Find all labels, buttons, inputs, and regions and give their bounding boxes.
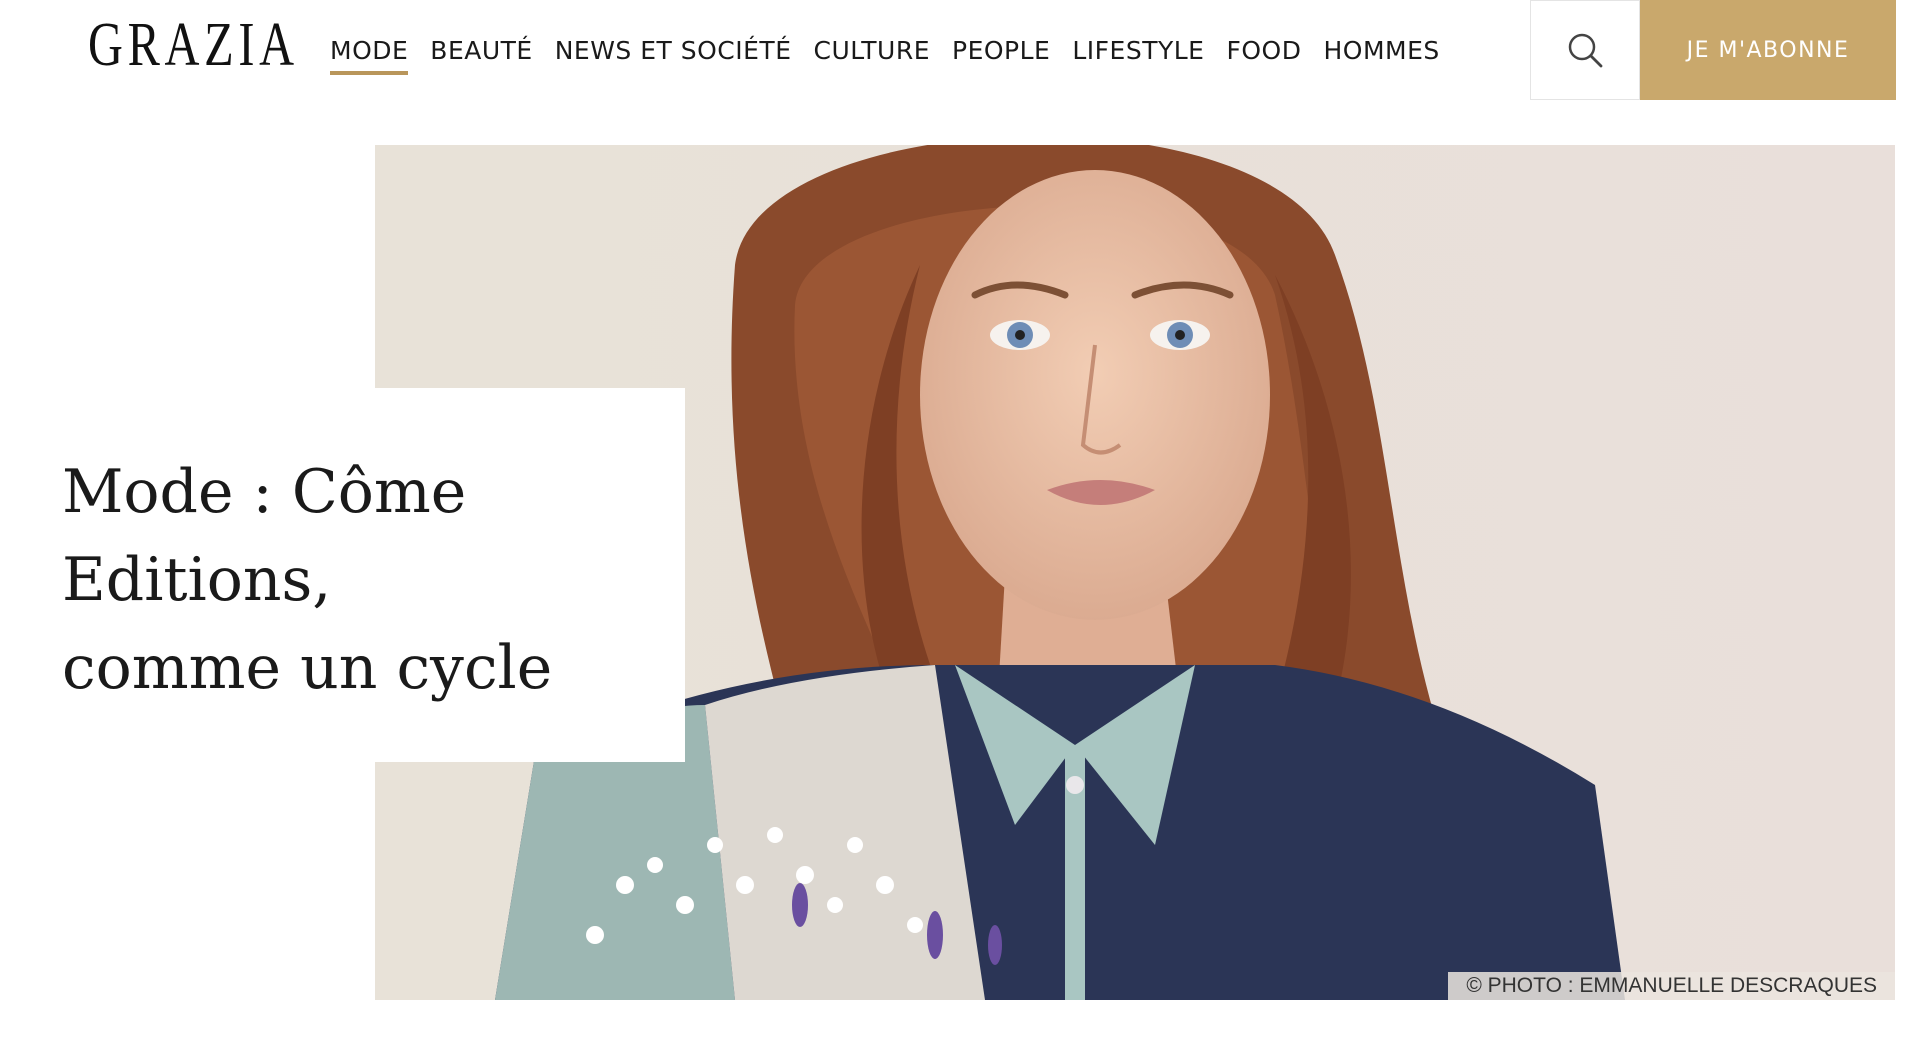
nav-item-food[interactable]: FOOD bbox=[1226, 26, 1301, 75]
subscribe-button[interactable]: JE M'ABONNE bbox=[1640, 0, 1896, 100]
title-card: Mode : Côme Editions, comme un cycle bbox=[0, 388, 685, 762]
main-nav: MODE BEAUTÉ NEWS ET SOCIÉTÉ CULTURE PEOP… bbox=[330, 0, 1462, 100]
nav-item-lifestyle[interactable]: LIFESTYLE bbox=[1072, 26, 1204, 75]
nav-item-hommes[interactable]: HOMMES bbox=[1323, 26, 1439, 75]
nav-item-people[interactable]: PEOPLE bbox=[952, 26, 1050, 75]
nav-item-news-et-societe[interactable]: NEWS ET SOCIÉTÉ bbox=[555, 26, 792, 75]
site-header: GRAZIA MODE BEAUTÉ NEWS ET SOCIÉTÉ CULTU… bbox=[0, 0, 1920, 100]
photo-credit: © PHOTO : EMMANUELLE DESCRAQUES bbox=[1448, 972, 1895, 1000]
nav-item-beaute[interactable]: BEAUTÉ bbox=[430, 26, 532, 75]
search-button[interactable] bbox=[1530, 0, 1640, 100]
grazia-logo[interactable]: GRAZIA bbox=[88, 12, 299, 78]
search-icon bbox=[1568, 33, 1603, 68]
nav-item-mode[interactable]: MODE bbox=[330, 26, 409, 75]
nav-item-culture[interactable]: CULTURE bbox=[814, 26, 930, 75]
article-title: Mode : Côme Editions, comme un cycle bbox=[62, 457, 553, 703]
